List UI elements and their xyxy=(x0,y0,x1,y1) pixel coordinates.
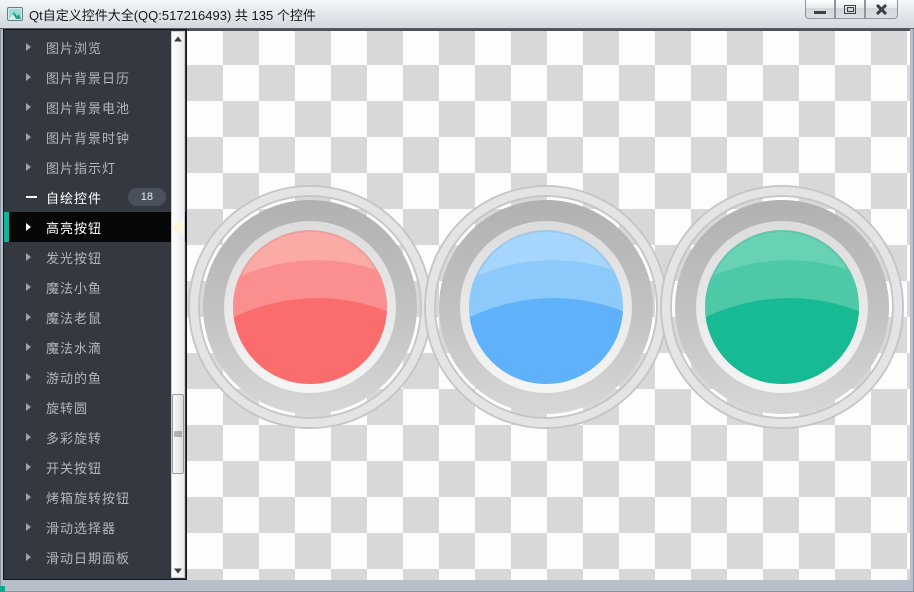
restore-button[interactable] xyxy=(835,0,865,19)
expand-arrow-icon xyxy=(26,463,38,471)
window-controls xyxy=(805,0,898,19)
sidebar-item[interactable]: 自绘控件 18 xyxy=(4,182,186,212)
preview-canvas xyxy=(187,29,910,580)
expand-arrow-icon xyxy=(26,283,38,291)
app-logo-icon xyxy=(7,7,23,21)
sidebar-item-label: 魔法老鼠 xyxy=(46,310,103,326)
sidebar-item-label: 旋转圆 xyxy=(46,400,89,416)
sidebar-item-label: 烤箱旋转按钮 xyxy=(46,490,131,506)
sidebar-item-label: 图片背景日历 xyxy=(46,70,131,86)
sidebar-item-label: 多彩旋转 xyxy=(46,430,103,446)
sidebar-item-label: 图片指示灯 xyxy=(46,160,117,176)
sidebar-item[interactable]: 图片背景电池 xyxy=(4,92,186,122)
scrollbar-grip-icon xyxy=(174,431,182,437)
expand-arrow-icon xyxy=(26,196,38,198)
sidebar-item[interactable]: 多彩旋转 xyxy=(4,422,186,452)
restore-icon xyxy=(844,4,856,14)
light-button-red[interactable] xyxy=(190,187,430,427)
sidebar-item[interactable]: 开关按钮 xyxy=(4,452,186,482)
sidebar-item[interactable]: 魔法老鼠 xyxy=(4,302,186,332)
selected-pointer-icon xyxy=(171,219,184,235)
expand-arrow-icon xyxy=(26,553,38,561)
sidebar-item-label: 魔法水滴 xyxy=(46,340,103,356)
sidebar-item[interactable]: 魔法水滴 xyxy=(4,332,186,362)
sidebar-scrollbar[interactable] xyxy=(171,31,185,578)
sidebar-item-label: 图片背景时钟 xyxy=(46,130,131,146)
minimize-button[interactable] xyxy=(805,0,835,19)
sidebar-item[interactable]: 图片背景日历 xyxy=(4,62,186,92)
item-count-badge: 18 xyxy=(127,188,166,206)
expand-arrow-icon xyxy=(26,433,38,441)
sidebar-item-label: 自绘控件 xyxy=(46,190,103,206)
scrollbar-thumb[interactable] xyxy=(172,394,184,474)
sidebar-item[interactable]: 烤箱旋转按钮 xyxy=(4,482,186,512)
sidebar-item-label: 滑动选择器 xyxy=(46,520,117,536)
scrollbar-up-button[interactable] xyxy=(172,32,184,45)
sidebar-menu: 图片浏览 图片背景日历 图片背景电池 图片背景时钟 图片指示灯 自绘控件 18 … xyxy=(4,32,186,572)
sidebar-item[interactable]: 游动的鱼 xyxy=(4,362,186,392)
sidebar-item[interactable]: 滑动选择器 xyxy=(4,512,186,542)
expand-arrow-icon xyxy=(26,493,38,501)
expand-arrow-icon xyxy=(26,373,38,381)
expand-arrow-icon xyxy=(26,343,38,351)
button-outer-ring xyxy=(439,200,653,414)
sidebar-item[interactable]: 图片指示灯 xyxy=(4,152,186,182)
button-glossy-face xyxy=(233,230,387,384)
expand-arrow-icon xyxy=(26,133,38,141)
close-button[interactable] xyxy=(865,0,898,19)
expand-arrow-icon xyxy=(26,403,38,411)
close-icon xyxy=(875,3,888,16)
sidebar-item[interactable]: 图片浏览 xyxy=(4,32,186,62)
sidebar-item[interactable]: 图片背景时钟 xyxy=(4,122,186,152)
light-button-blue[interactable] xyxy=(426,187,666,427)
sidebar-item[interactable]: 魔法小鱼 xyxy=(4,272,186,302)
window-title: Qt自定义控件大全(QQ:517216493) 共 135 个控件 xyxy=(29,7,316,23)
expand-arrow-icon xyxy=(26,73,38,81)
sidebar-item-label: 游动的鱼 xyxy=(46,370,103,386)
sidebar-item-label: 发光按钮 xyxy=(46,250,103,266)
sidebar-item[interactable]: 发光按钮 xyxy=(4,242,186,272)
sidebar-item-label: 图片浏览 xyxy=(46,40,103,56)
scrollbar-down-button[interactable] xyxy=(172,564,184,577)
sidebar-item-label: 图片背景电池 xyxy=(46,100,131,116)
sidebar-item[interactable]: 滑动日期面板 xyxy=(4,542,186,572)
expand-arrow-icon xyxy=(26,523,38,531)
sidebar-item[interactable]: 旋转圆 xyxy=(4,392,186,422)
expand-arrow-icon xyxy=(26,313,38,321)
sidebar-item[interactable]: 高亮按钮 xyxy=(4,212,186,242)
expand-arrow-icon xyxy=(26,43,38,51)
minimize-icon xyxy=(814,10,826,14)
sidebar-item-label: 魔法小鱼 xyxy=(46,280,103,296)
button-outer-ring xyxy=(203,200,417,414)
button-outer-ring xyxy=(675,200,889,414)
sidebar-item-label: 滑动日期面板 xyxy=(46,550,131,566)
corner-accent xyxy=(0,586,5,592)
sidebar-item-label: 高亮按钮 xyxy=(46,220,103,236)
title-bar: Qt自定义控件大全(QQ:517216493) 共 135 个控件 xyxy=(0,0,914,29)
button-glossy-face xyxy=(705,230,859,384)
expand-arrow-icon xyxy=(26,163,38,171)
sidebar-item-label: 开关按钮 xyxy=(46,460,103,476)
expand-arrow-icon xyxy=(26,253,38,261)
sidebar: 图片浏览 图片背景日历 图片背景电池 图片背景时钟 图片指示灯 自绘控件 18 … xyxy=(3,29,187,580)
expand-arrow-icon xyxy=(26,103,38,111)
window-content: 图片浏览 图片背景日历 图片背景电池 图片背景时钟 图片指示灯 自绘控件 18 … xyxy=(3,29,910,580)
light-button-green[interactable] xyxy=(662,187,902,427)
app-window: { "window": { "title": "Qt自定义控件大全(QQ:517… xyxy=(0,0,914,592)
expand-arrow-icon xyxy=(26,223,38,231)
button-glossy-face xyxy=(469,230,623,384)
